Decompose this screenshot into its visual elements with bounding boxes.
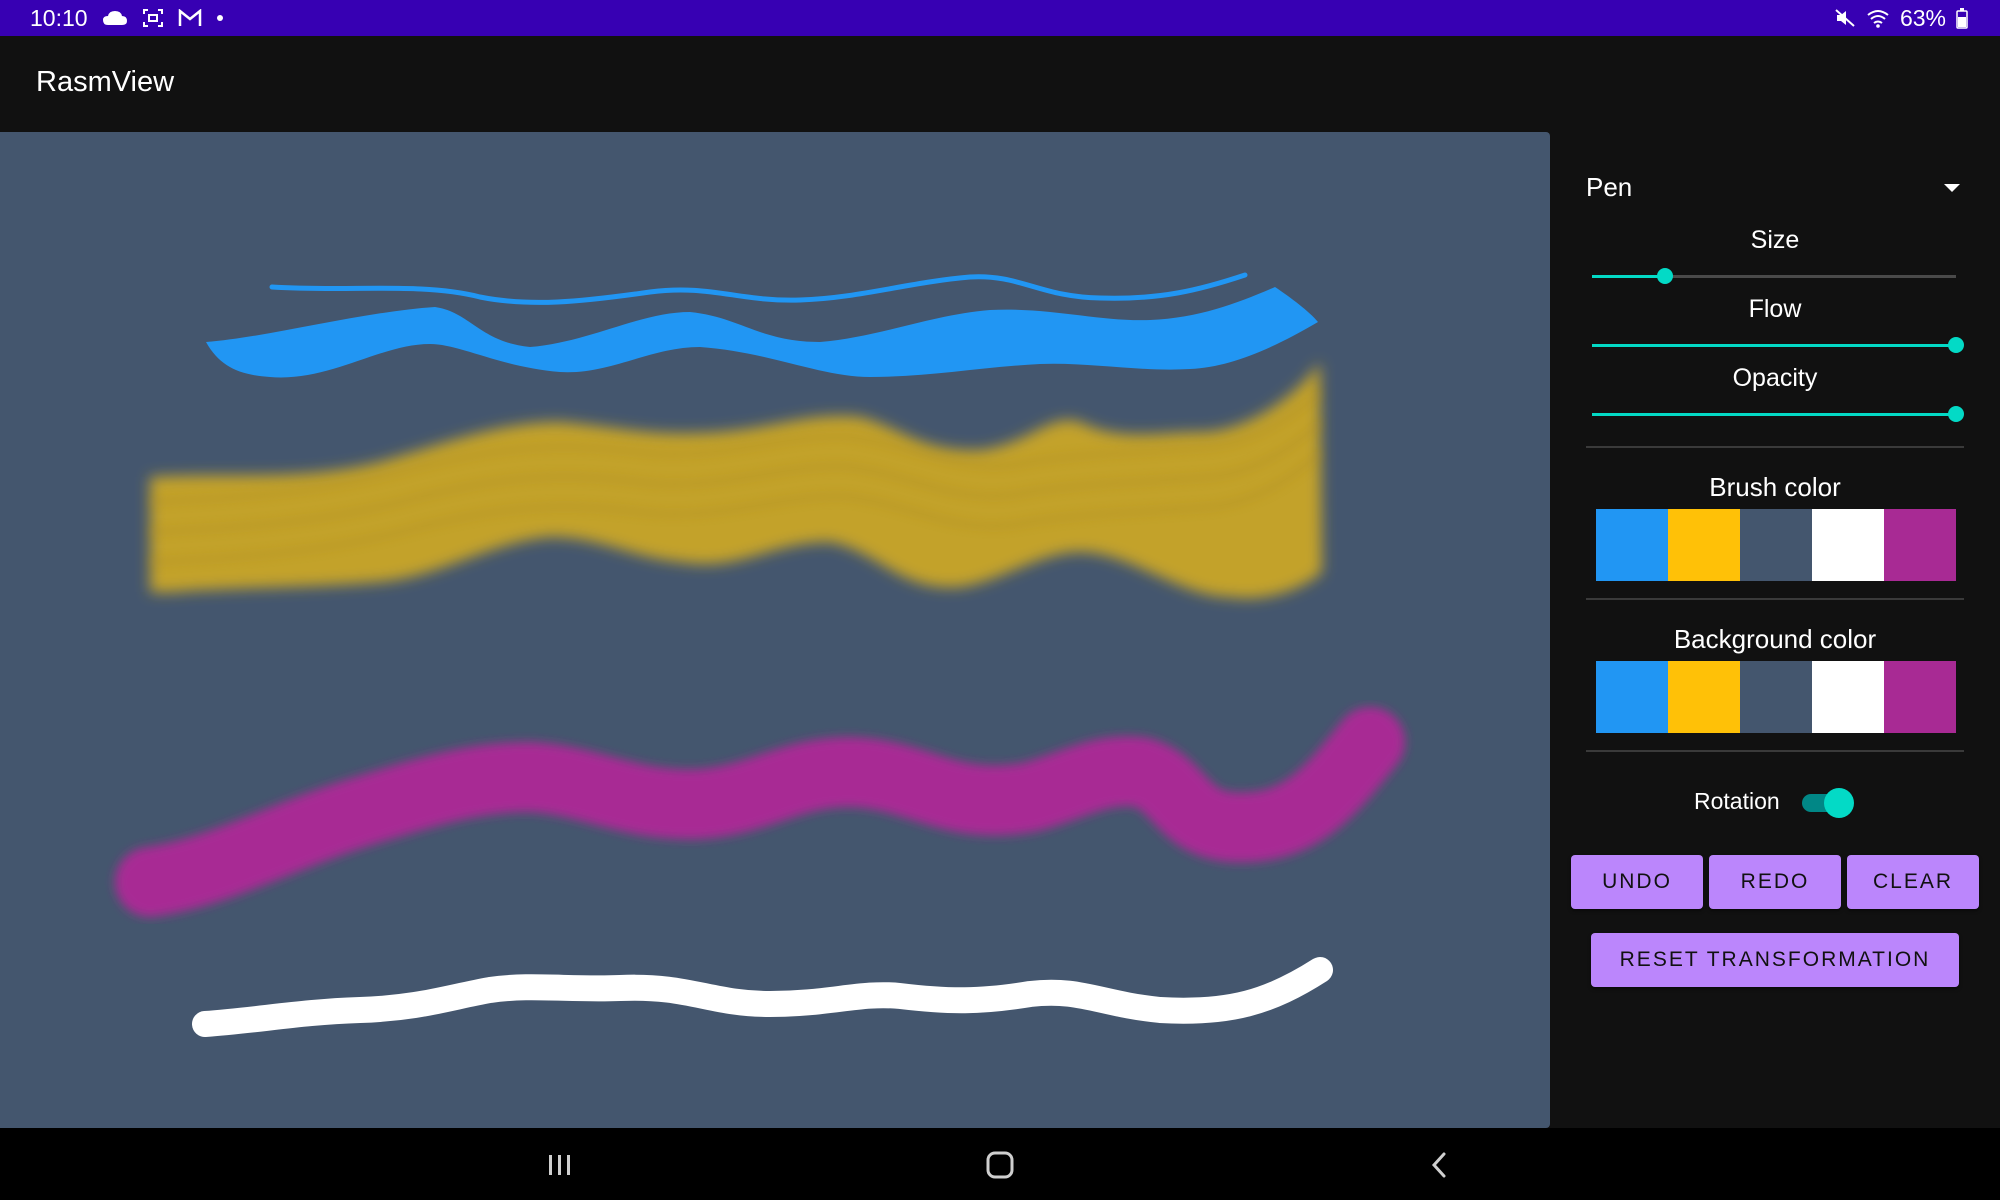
slider-fill [1592, 413, 1956, 416]
brush-color-title: Brush color [1709, 472, 1841, 502]
divider [1586, 750, 1964, 752]
screenshot-icon [142, 8, 164, 28]
back-icon[interactable] [1425, 1150, 1455, 1180]
slider-thumb[interactable] [1948, 406, 1964, 422]
control-panel: Pen Size Flow Opacity Brush color Backgr… [1550, 132, 2000, 1128]
background-color-title: Background color [1673, 624, 1877, 654]
size-slider[interactable] [1592, 262, 1956, 292]
flow-slider[interactable] [1592, 331, 1964, 361]
rotation-row: Rotation [1550, 782, 2000, 822]
size-label: Size [1750, 226, 1800, 254]
brush-color-swatches [1596, 509, 1956, 581]
cloud-icon [102, 9, 128, 27]
brush-swatch-white[interactable] [1812, 509, 1884, 581]
background-swatch-magenta[interactable] [1884, 661, 1956, 733]
brush-swatch-slate[interactable] [1740, 509, 1812, 581]
tool-dropdown-value: Pen [1586, 172, 1633, 202]
divider [1586, 598, 1964, 600]
status-time: 10:10 [30, 4, 88, 31]
slider-fill [1592, 275, 1665, 278]
app-title: RasmView [36, 66, 175, 98]
flow-label: Flow [1748, 295, 1802, 323]
mute-icon [1834, 8, 1856, 28]
status-left: 10:10 [30, 0, 224, 36]
status-right: 63% [1834, 0, 1968, 36]
drawing-canvas[interactable] [0, 132, 1550, 1128]
brush-swatch-blue[interactable] [1596, 509, 1668, 581]
brush-swatch-amber[interactable] [1668, 509, 1740, 581]
background-swatch-amber[interactable] [1668, 661, 1740, 733]
navigation-bar [0, 1128, 2000, 1200]
brush-swatch-magenta[interactable] [1884, 509, 1956, 581]
gmail-icon [178, 9, 202, 27]
background-swatch-blue[interactable] [1596, 661, 1668, 733]
battery-level: 63% [1899, 4, 1946, 31]
status-bar: 10:10 63% [0, 0, 2000, 36]
background-swatch-white[interactable] [1812, 661, 1884, 733]
app-bar: RasmView [0, 36, 2000, 132]
slider-thumb[interactable] [1656, 268, 1673, 284]
canvas-strokes [115, 272, 1405, 1037]
redo-button[interactable]: REDO [1709, 855, 1841, 909]
stroke-thin-blue [269, 272, 1248, 305]
dot-icon [216, 14, 224, 22]
tool-dropdown[interactable]: Pen [1586, 170, 1960, 210]
background-swatch-slate[interactable] [1740, 661, 1812, 733]
home-icon[interactable] [985, 1150, 1015, 1180]
rotation-switch[interactable] [1800, 788, 1854, 818]
wifi-icon [1866, 8, 1890, 28]
opacity-slider[interactable] [1592, 400, 1964, 430]
clear-button[interactable]: CLEAR [1847, 855, 1979, 909]
background-color-swatches [1596, 661, 1956, 733]
stroke-white [192, 957, 1333, 1037]
battery-icon [1956, 7, 1968, 29]
undo-button[interactable]: UNDO [1571, 855, 1703, 909]
recents-icon[interactable] [545, 1150, 575, 1180]
slider-thumb[interactable] [1948, 337, 1964, 353]
dropdown-arrow-icon [1944, 184, 1960, 192]
switch-thumb [1824, 788, 1854, 818]
stroke-magenta [115, 707, 1405, 917]
rotation-label: Rotation [1694, 788, 1780, 814]
divider [1586, 446, 1964, 448]
slider-fill [1592, 344, 1956, 347]
opacity-label: Opacity [1732, 364, 1818, 392]
reset-transformation-button[interactable]: RESET TRANSFORMATION [1591, 933, 1959, 987]
